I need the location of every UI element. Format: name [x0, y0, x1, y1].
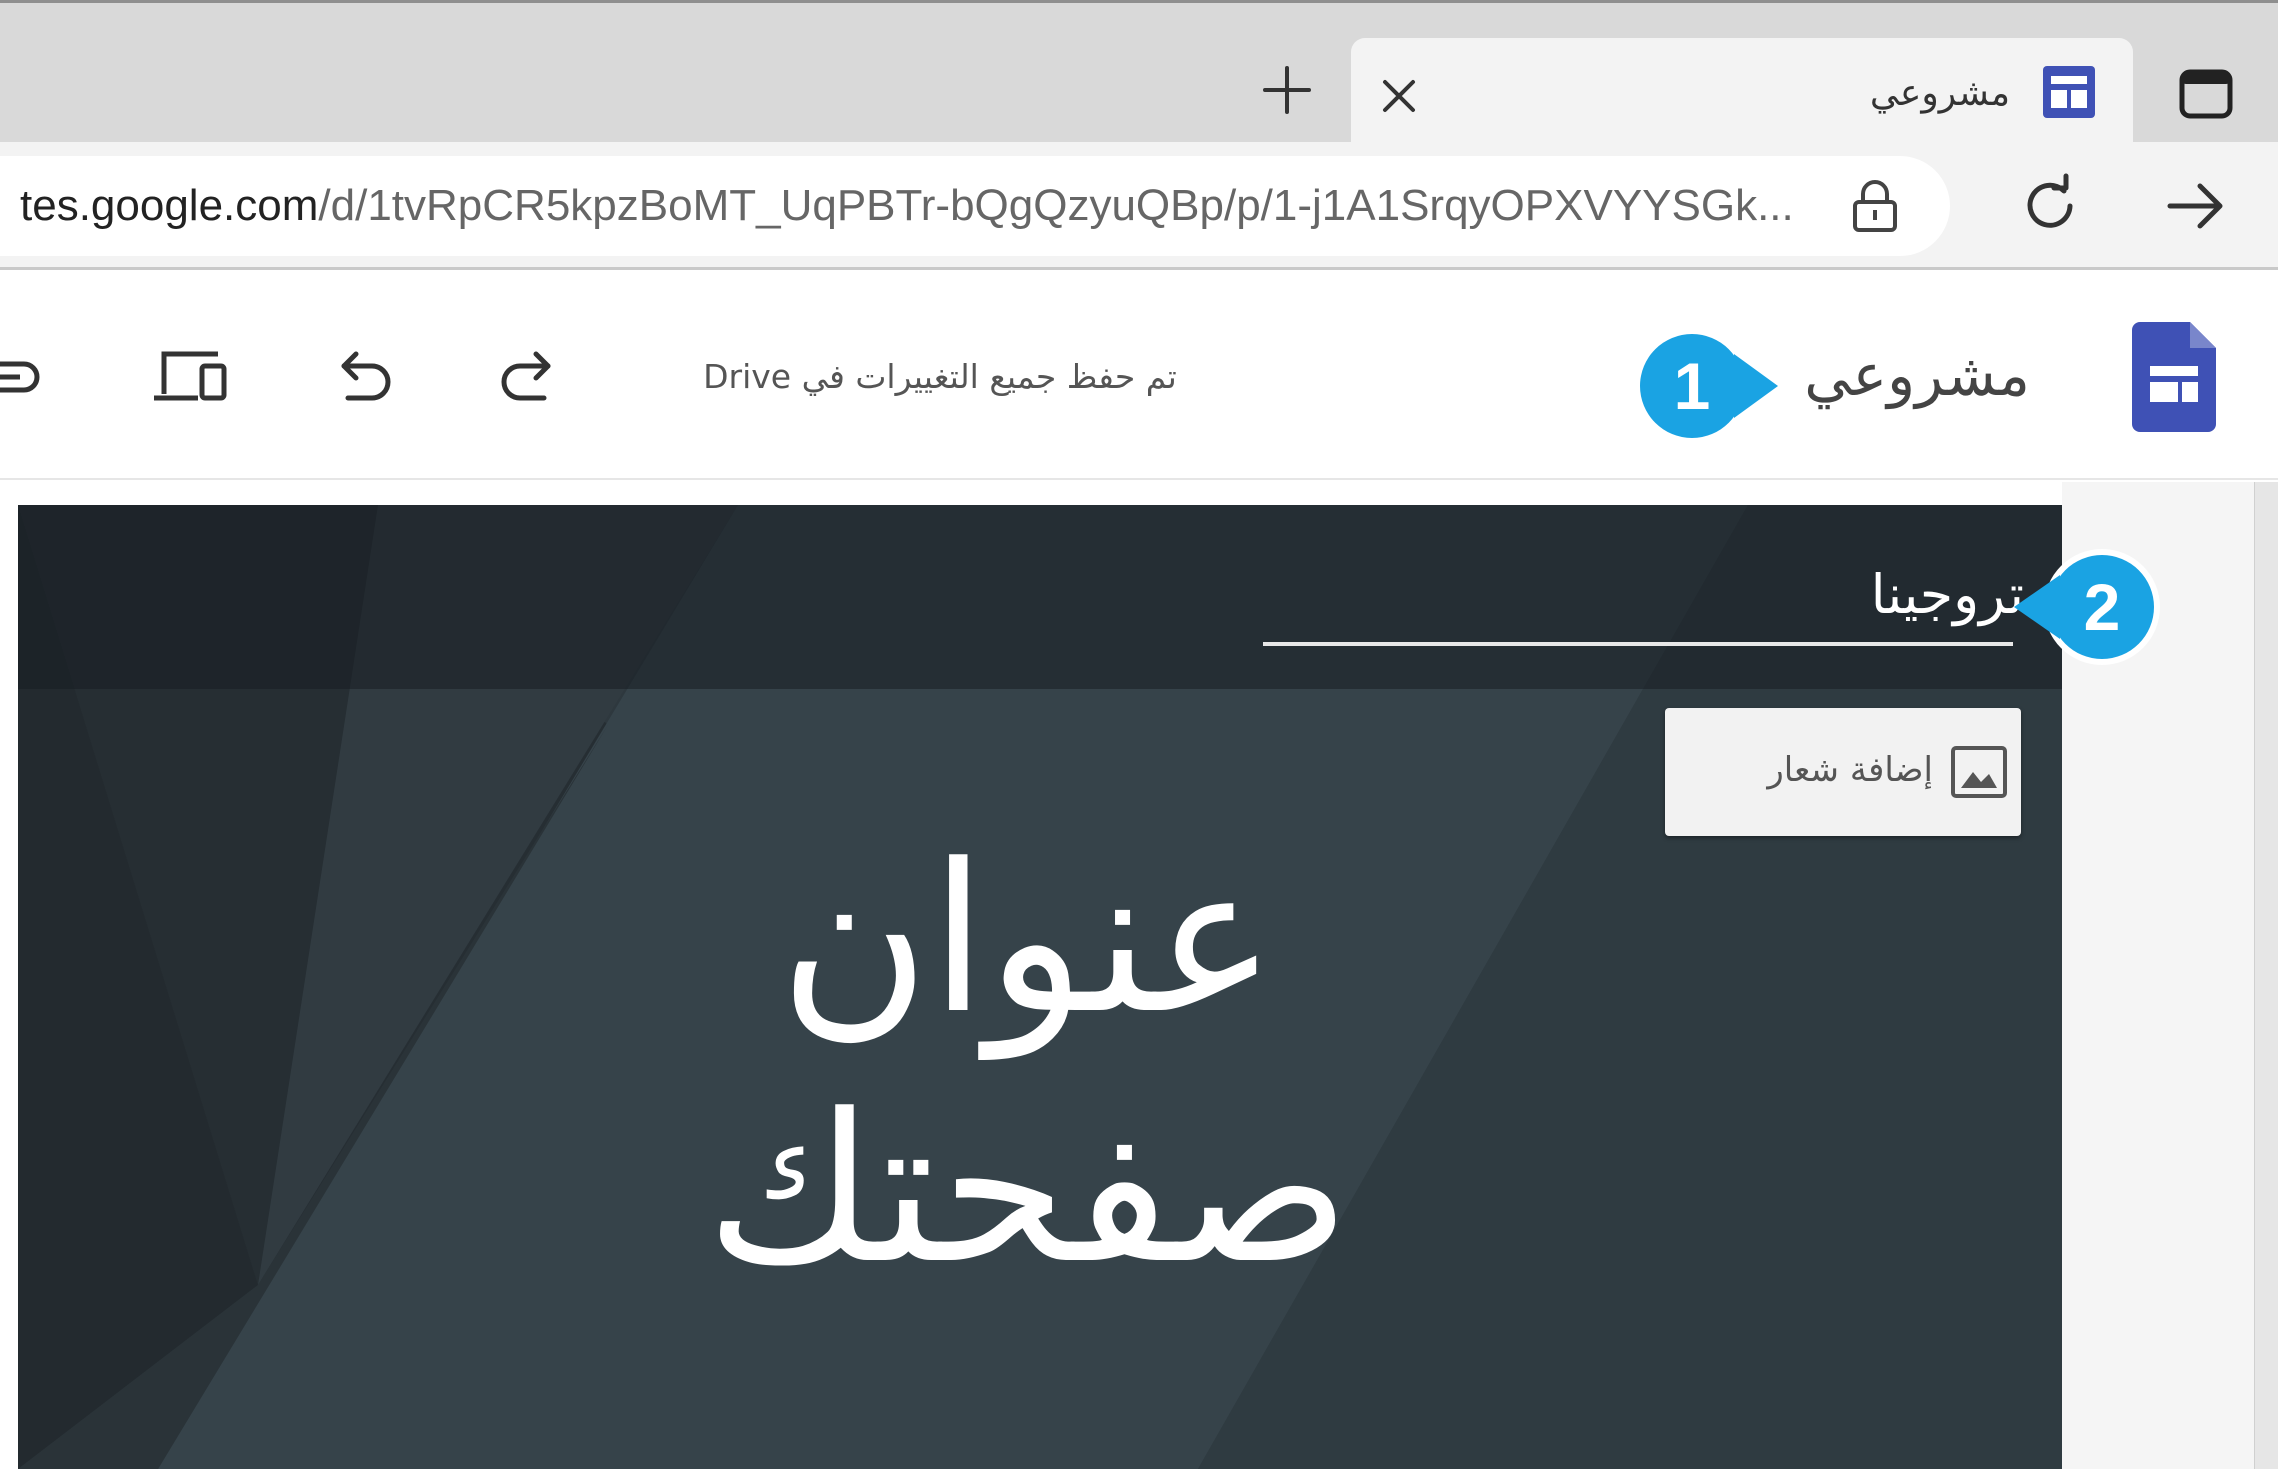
site-name[interactable]: مشروعي	[1780, 330, 2030, 420]
page-title[interactable]: عنوان صفحتك	[568, 815, 1488, 1335]
undo-icon	[341, 351, 391, 401]
lock-icon[interactable]	[1848, 178, 1902, 234]
browser-tab[interactable]	[1351, 38, 2133, 142]
callout-number: 1	[1673, 349, 1711, 423]
redo-icon	[501, 351, 551, 401]
site-nav-title[interactable]: تروجينا	[1764, 550, 2024, 640]
tab-title: مشروعي	[1869, 73, 2010, 114]
link-icon	[0, 361, 40, 393]
redo-button[interactable]	[484, 332, 574, 422]
save-status: تم حفظ جميع التغييرات في Drive	[703, 357, 1177, 396]
url-text[interactable]: tes.google.com/d/1tvRpCR5kpzBoMT_UqPBTr-…	[20, 170, 1800, 242]
scrollbar[interactable]	[2254, 482, 2278, 1469]
add-logo-label[interactable]: إضافة شعار	[1698, 720, 1933, 820]
nav-title-underline	[1263, 642, 2013, 646]
link-button[interactable]	[0, 332, 60, 422]
sites-favicon-icon	[2043, 66, 2095, 118]
reload-icon[interactable]	[2014, 170, 2086, 242]
tab-close-button[interactable]	[1367, 64, 1431, 128]
forward-arrow-icon[interactable]	[2160, 170, 2232, 242]
undo-button[interactable]	[318, 332, 408, 422]
header-nav-band	[18, 505, 2062, 689]
callout-number: 2	[2083, 570, 2121, 644]
browser-window: مشروعي tes.google.com/d/1tvRpCR5kpzBoMT_…	[0, 0, 2278, 1469]
url-path: /d/1tvRpCR5kpzBoMT_UqPBTr-bQgQzyuQBp/p/1…	[318, 181, 1794, 230]
image-icon[interactable]	[1949, 742, 2009, 802]
plus-icon	[1263, 66, 1311, 114]
page-header-section[interactable]: تروجينا إضافة شعار عنوان صفحتك	[18, 505, 2062, 1469]
sites-logo-icon[interactable]	[2132, 322, 2216, 432]
callout-marker-1: 1	[1632, 320, 1782, 450]
window-icon[interactable]	[2176, 64, 2236, 124]
url-host: tes.google.com	[20, 181, 319, 230]
callout-marker-2: 2	[2010, 545, 2160, 675]
device-preview-button[interactable]	[146, 332, 236, 422]
device-preview-icon	[154, 351, 227, 401]
close-icon	[1383, 80, 1415, 112]
new-tab-button[interactable]	[1255, 58, 1319, 122]
